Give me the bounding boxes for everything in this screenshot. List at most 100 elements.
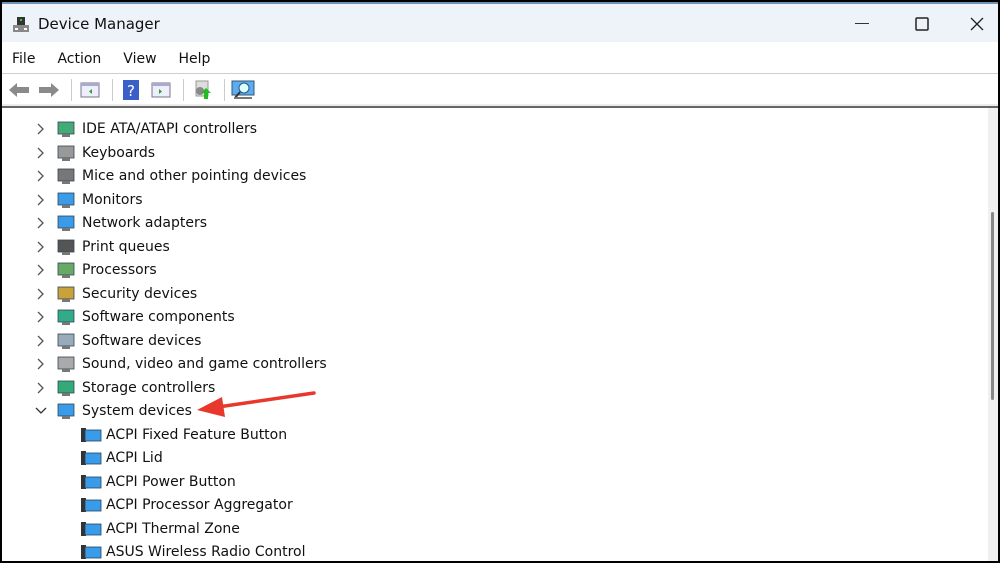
menu-view[interactable]: View xyxy=(123,51,156,67)
system-device-icon xyxy=(80,449,102,467)
tree-device-label: ACPI Thermal Zone xyxy=(106,520,240,537)
tree-device[interactable]: ACPI Processor Aggregator xyxy=(80,494,293,516)
maximize-button[interactable] xyxy=(899,4,945,44)
close-button[interactable] xyxy=(954,4,998,44)
tree-device[interactable]: ASUS Wireless Radio Control xyxy=(80,541,305,561)
software-device-icon xyxy=(56,332,76,350)
title-bar: Device Manager xyxy=(2,2,998,42)
scrollbar-thumb[interactable] xyxy=(991,212,994,400)
system-device-icon xyxy=(80,543,102,561)
chevron-right-icon[interactable] xyxy=(35,288,47,300)
monitor-icon xyxy=(56,191,76,209)
speaker-icon xyxy=(56,355,76,373)
chevron-right-icon[interactable] xyxy=(35,311,47,323)
scan-hardware-button[interactable] xyxy=(230,78,256,102)
tree-category-label: Keyboards xyxy=(82,144,156,161)
scan-hardware-icon xyxy=(231,80,255,99)
show-hide-console-tree-icon xyxy=(80,82,100,97)
chevron-right-icon[interactable] xyxy=(35,217,47,229)
tree-category[interactable]: Security devices xyxy=(37,283,198,305)
chevron-down-icon[interactable] xyxy=(35,405,47,417)
mouse-icon xyxy=(56,167,76,185)
show-hide-console-tree-button[interactable] xyxy=(77,78,103,102)
menu-help[interactable]: Help xyxy=(179,51,211,67)
forward-button[interactable] xyxy=(36,78,62,102)
tree-category[interactable]: Software devices xyxy=(37,330,202,352)
toolbar-separator xyxy=(224,78,225,101)
forward-icon xyxy=(39,82,59,97)
device-tree: IDE ATA/ATAPI controllers Keyboards Mice a… xyxy=(2,110,988,561)
security-icon xyxy=(56,285,76,303)
processor-icon xyxy=(56,261,76,279)
tree-category[interactable]: Keyboards xyxy=(37,142,156,164)
printer-icon xyxy=(56,238,76,256)
chevron-right-icon[interactable] xyxy=(35,170,47,182)
tree-category[interactable]: Mice and other pointing devices xyxy=(37,165,307,187)
menu-bar: File Action View Help xyxy=(2,44,998,74)
network-icon xyxy=(56,214,76,232)
window-title: Device Manager xyxy=(38,15,160,33)
storage-icon xyxy=(56,379,76,397)
tree-device[interactable]: ACPI Lid xyxy=(80,447,163,469)
chevron-right-icon[interactable] xyxy=(35,264,47,276)
tree-category-label: Print queues xyxy=(82,238,170,255)
chevron-right-icon[interactable] xyxy=(35,241,47,253)
menu-file[interactable]: File xyxy=(12,51,35,67)
chevron-right-icon[interactable] xyxy=(35,123,47,135)
tree-category[interactable]: Print queues xyxy=(37,236,170,258)
toolbar-separator xyxy=(71,78,72,101)
chevron-right-icon[interactable] xyxy=(35,147,47,159)
chevron-right-icon[interactable] xyxy=(35,358,47,370)
tree-category-label: Processors xyxy=(82,262,157,278)
tree-device[interactable]: ACPI Thermal Zone xyxy=(80,518,240,540)
tree-category[interactable]: Storage controllers xyxy=(37,377,215,399)
toolbar-separator xyxy=(183,78,184,101)
software-component-icon xyxy=(56,308,76,326)
help-button[interactable]: ? xyxy=(118,78,144,102)
tree-device-label: ACPI Fixed Feature Button xyxy=(106,426,288,443)
tree-category[interactable]: Processors xyxy=(37,259,157,281)
chevron-right-icon[interactable] xyxy=(35,194,47,206)
toolbar-divider xyxy=(2,104,998,108)
tree-category-label: System devices xyxy=(82,403,192,419)
tree-category-label: Software devices xyxy=(82,332,202,349)
tree-category[interactable]: Monitors xyxy=(37,189,143,211)
device-manager-window: Device Manager File Action View Help ? I… xyxy=(2,2,998,561)
toolbar: ? xyxy=(2,75,998,104)
tree-category[interactable]: Network adapters xyxy=(37,212,207,234)
tree-device-label: ACPI Power Button xyxy=(106,473,236,490)
vertical-scrollbar[interactable] xyxy=(988,108,998,561)
tree-category[interactable]: IDE ATA/ATAPI controllers xyxy=(37,118,258,140)
chevron-right-icon[interactable] xyxy=(35,335,47,347)
action-pane-button[interactable] xyxy=(148,78,174,102)
device-manager-icon xyxy=(13,17,29,32)
update-driver-button[interactable] xyxy=(189,78,215,102)
tree-category[interactable]: Software components xyxy=(37,306,235,328)
update-driver-icon xyxy=(195,80,211,99)
tree-category[interactable]: System devices xyxy=(35,400,192,422)
system-device-icon xyxy=(56,402,76,420)
tree-device[interactable]: ACPI Fixed Feature Button xyxy=(80,424,287,446)
toolbar-separator xyxy=(112,78,113,101)
chevron-right-icon[interactable] xyxy=(35,382,47,394)
system-device-icon xyxy=(80,496,102,514)
system-device-icon xyxy=(80,520,102,538)
action-pane-icon xyxy=(151,82,171,97)
ide-controller-icon xyxy=(56,120,76,138)
tree-category-label: Mice and other pointing devices xyxy=(82,168,307,184)
tree-category[interactable]: Sound, video and game controllers xyxy=(37,353,327,375)
menu-action[interactable]: Action xyxy=(57,51,101,67)
back-button[interactable] xyxy=(6,78,32,102)
system-device-icon xyxy=(80,473,102,491)
tree-category-label: Security devices xyxy=(82,285,198,302)
keyboard-icon xyxy=(56,144,76,162)
minimize-button[interactable] xyxy=(839,4,885,44)
svg-text:?: ? xyxy=(127,82,135,100)
tree-category-label: Software components xyxy=(82,309,235,325)
system-device-icon xyxy=(80,426,102,444)
tree-device-label: ACPI Processor Aggregator xyxy=(106,497,293,513)
tree-device-label: ACPI Lid xyxy=(106,450,163,466)
tree-category-label: Monitors xyxy=(82,191,143,208)
tree-device[interactable]: ACPI Power Button xyxy=(80,471,236,493)
tree-category-label: IDE ATA/ATAPI controllers xyxy=(82,121,258,137)
